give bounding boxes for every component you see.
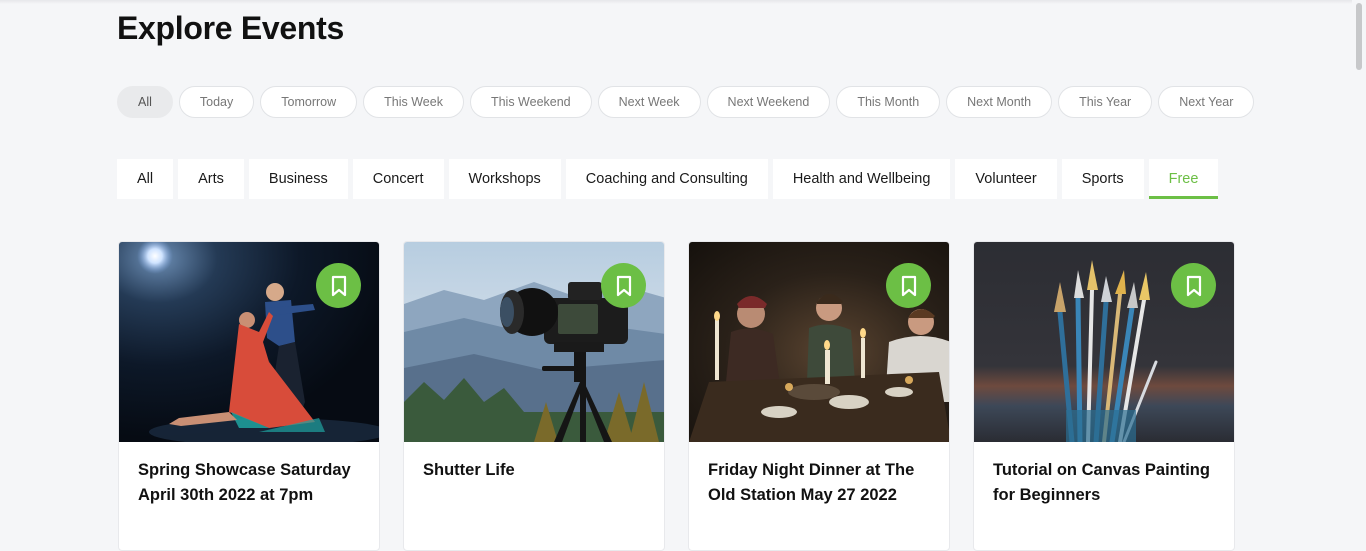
bookmark-button[interactable]: [601, 263, 646, 308]
tab-concert[interactable]: Concert: [352, 159, 444, 199]
bookmark-icon: [331, 275, 346, 296]
tab-all[interactable]: All: [117, 159, 174, 199]
date-filter-next-month[interactable]: Next Month: [946, 86, 1053, 118]
scrollbar-thumb[interactable]: [1356, 3, 1362, 70]
date-filter-next-weekend[interactable]: Next Weekend: [706, 86, 831, 118]
header-shadow: [0, 0, 1352, 4]
date-filter-this-year[interactable]: This Year: [1058, 86, 1153, 118]
tab-volunteer[interactable]: Volunteer: [955, 159, 1057, 199]
vertical-scrollbar[interactable]: [1352, 0, 1366, 540]
tab-coaching-and-consulting[interactable]: Coaching and Consulting: [565, 159, 768, 199]
event-image-camera-on-tripod: [404, 242, 664, 442]
bookmark-button[interactable]: [1171, 263, 1216, 308]
tab-free[interactable]: Free: [1148, 159, 1219, 199]
category-tabs: All Arts Business Concert Workshops Coac…: [117, 159, 1219, 199]
event-image-candlelit-dinner: [689, 242, 949, 442]
tab-health-and-wellbeing[interactable]: Health and Wellbeing: [772, 159, 951, 199]
bookmark-button[interactable]: [316, 263, 361, 308]
event-image-paint-brushes: [974, 242, 1234, 442]
tab-sports[interactable]: Sports: [1061, 159, 1144, 199]
event-card[interactable]: Tutorial on Canvas Painting for Beginner…: [973, 241, 1235, 551]
page-title: Explore Events: [117, 10, 345, 46]
event-card[interactable]: Shutter Life: [403, 241, 665, 551]
event-card[interactable]: Friday Night Dinner at The Old Station M…: [688, 241, 950, 551]
date-filter-this-week[interactable]: This Week: [363, 86, 464, 118]
tab-workshops[interactable]: Workshops: [448, 159, 561, 199]
bookmark-icon: [901, 275, 916, 296]
event-card[interactable]: Spring Showcase Saturday April 30th 2022…: [118, 241, 380, 551]
bookmark-button[interactable]: [886, 263, 931, 308]
tab-arts[interactable]: Arts: [178, 159, 244, 199]
date-filter-next-year[interactable]: Next Year: [1158, 86, 1255, 118]
event-title: Friday Night Dinner at The Old Station M…: [708, 461, 915, 504]
date-filter-next-week[interactable]: Next Week: [597, 86, 701, 118]
date-filter-this-weekend[interactable]: This Weekend: [469, 86, 592, 118]
event-title: Tutorial on Canvas Painting for Beginner…: [993, 461, 1210, 504]
date-filter-bar: All Today Tomorrow This Week This Weeken…: [117, 86, 1255, 118]
event-image-tango-dancers: [119, 242, 379, 442]
date-filter-today[interactable]: Today: [178, 86, 255, 118]
date-filter-all[interactable]: All: [117, 86, 173, 118]
tab-business[interactable]: Business: [248, 159, 348, 199]
explore-events-page: Explore Events All Today Tomorrow This W…: [0, 0, 1352, 551]
bookmark-icon: [616, 275, 631, 296]
date-filter-this-month[interactable]: This Month: [836, 86, 941, 118]
bookmark-icon: [1186, 275, 1201, 296]
event-title: Shutter Life: [423, 461, 515, 479]
date-filter-tomorrow[interactable]: Tomorrow: [260, 86, 358, 118]
event-title: Spring Showcase Saturday April 30th 2022…: [138, 461, 351, 504]
